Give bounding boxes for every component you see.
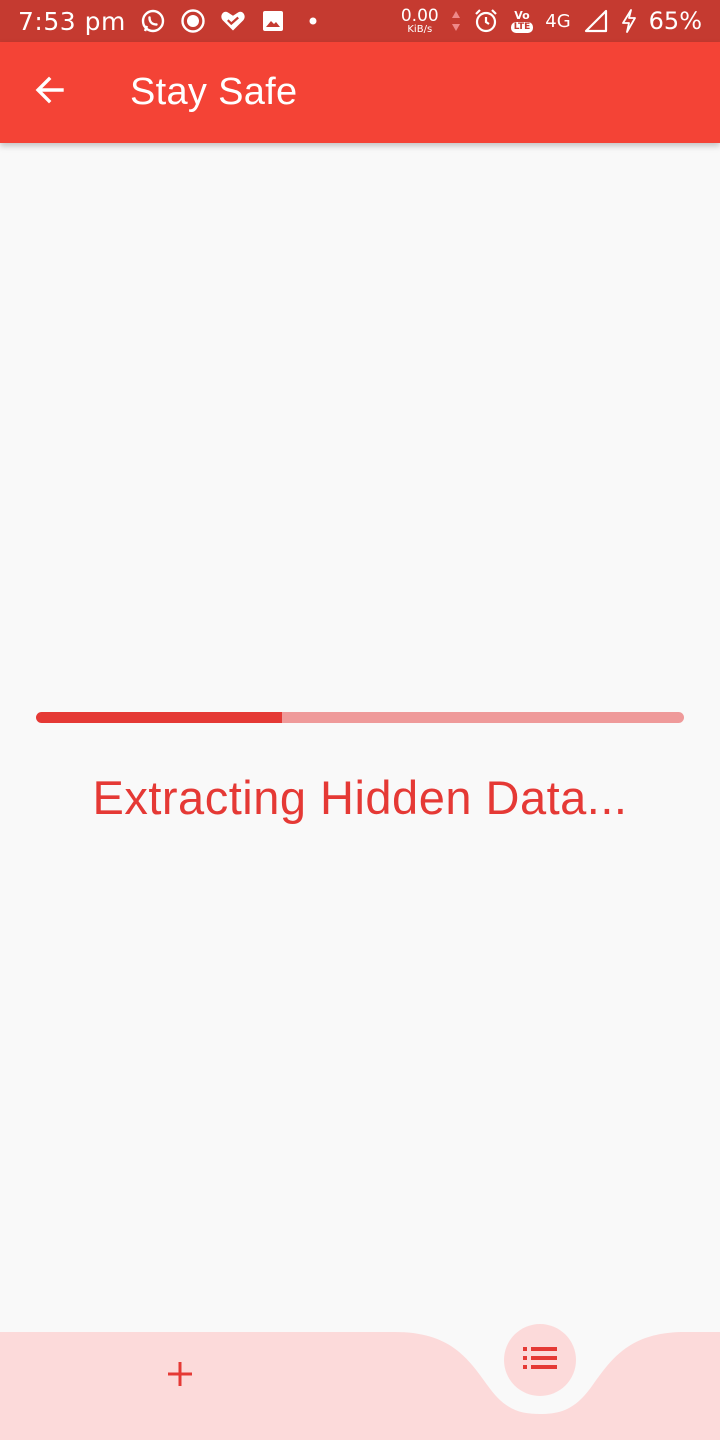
network-speed-unit: KiB/s (407, 23, 433, 35)
plus-icon (165, 1359, 195, 1394)
app-bar: Stay Safe (0, 42, 720, 143)
lte-label: LTE (510, 21, 534, 33)
dot-icon (300, 8, 326, 34)
back-button[interactable] (20, 63, 80, 123)
charging-icon (621, 8, 637, 34)
progress-fill (36, 712, 283, 723)
arrow-back-icon (34, 74, 66, 111)
status-time: 7:53 pm (18, 6, 126, 36)
alarm-icon (473, 8, 499, 34)
signal-icon (583, 8, 609, 34)
network-type: 4G (545, 10, 571, 32)
data-arrows-icon (451, 8, 461, 34)
page-title: Stay Safe (130, 71, 298, 113)
record-icon (180, 8, 206, 34)
notification-icons (140, 8, 326, 34)
whatsapp-icon (140, 8, 166, 34)
image-icon (260, 8, 286, 34)
list-button[interactable] (504, 1324, 576, 1396)
status-bar: 7:53 pm 0.00 KiB/s Vo LTE 4G 65% (0, 0, 720, 42)
system-icons: 0.00 KiB/s Vo LTE 4G 65% (401, 7, 702, 35)
battery-level: 65% (648, 7, 702, 35)
heart-check-icon (220, 8, 246, 34)
network-speed-value: 0.00 (400, 5, 439, 26)
network-speed: 0.00 KiB/s (400, 5, 439, 35)
bottom-nav (0, 1318, 720, 1440)
add-button[interactable] (150, 1346, 210, 1406)
volte-label: Vo (514, 8, 530, 22)
volte-icon: Vo LTE (510, 8, 534, 33)
list-icon (522, 1346, 558, 1375)
bottom-nav-background (0, 1332, 720, 1440)
progress-bar (36, 712, 684, 723)
status-message: Extracting Hidden Data... (92, 771, 628, 824)
